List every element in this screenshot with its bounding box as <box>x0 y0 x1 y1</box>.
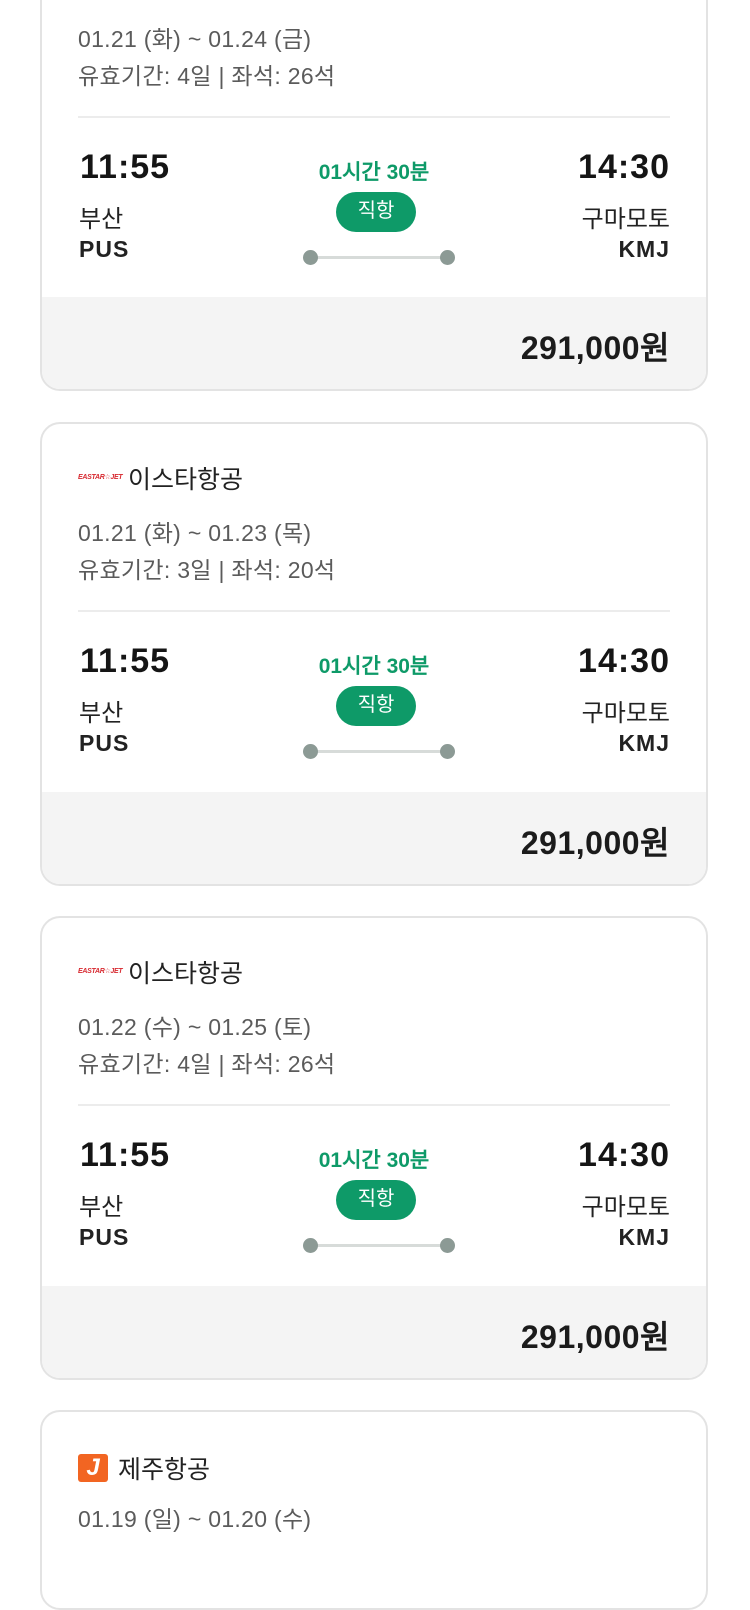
arrival-time: 14:30 <box>578 1136 670 1174</box>
price: 291,000원 <box>520 330 670 366</box>
price-bar: 291,000원 <box>42 1286 706 1378</box>
airline-row: EASTAR☆JET 이스타항공 <box>78 954 243 990</box>
arrival-code: KMJ <box>618 1224 670 1250</box>
eastar-jet-logo: EASTAR☆JET <box>78 474 123 481</box>
airline-name: 이스타항공 <box>128 466 244 494</box>
origin-dot <box>303 250 318 265</box>
divider <box>78 116 670 118</box>
eastar-jet-logo: EASTAR☆JET <box>78 968 123 975</box>
price-bar: 291,000원 <box>42 297 706 389</box>
airline-name: 제주항공 <box>118 1456 211 1484</box>
flight-duration: 01시간 30분 <box>318 655 430 678</box>
departure-time: 11:55 <box>80 642 171 680</box>
destination-dot <box>440 250 455 265</box>
arrival-time: 14:30 <box>578 148 670 186</box>
departure-time: 11:55 <box>80 1136 171 1174</box>
price-bar: 291,000원 <box>42 792 706 884</box>
travel-dates: 01.19 (일) ~ 01.20 (수) <box>78 1506 312 1532</box>
arrival-time: 14:30 <box>578 642 670 680</box>
travel-dates: 01.21 (화) ~ 01.23 (목) <box>78 520 312 546</box>
flight-duration: 01시간 30분 <box>318 161 430 184</box>
route-line <box>303 744 455 759</box>
flight-card[interactable]: J 제주항공 01.19 (일) ~ 01.20 (수) <box>40 1410 708 1610</box>
arrival-city: 구마모토 <box>581 700 670 727</box>
airline-name: 이스타항공 <box>128 960 244 988</box>
divider <box>78 610 670 612</box>
flight-card[interactable]: 01.21 (화) ~ 01.24 (금) 유효기간: 4일 | 좌석: 26석… <box>40 0 708 391</box>
arrival-code: KMJ <box>618 236 670 262</box>
direct-flight-badge: 직항 <box>336 192 416 232</box>
price: 291,000원 <box>520 1319 670 1355</box>
direct-flight-badge: 직항 <box>336 1180 416 1220</box>
validity-seats: 유효기간: 4일 | 좌석: 26석 <box>78 63 336 89</box>
arrival-code: KMJ <box>618 730 670 756</box>
jeju-air-logo: J <box>78 1454 108 1482</box>
departure-code: PUS <box>79 730 130 756</box>
validity-seats: 유효기간: 3일 | 좌석: 20석 <box>78 557 336 583</box>
validity-seats: 유효기간: 4일 | 좌석: 26석 <box>78 1051 336 1077</box>
origin-dot <box>303 1238 318 1253</box>
travel-dates: 01.22 (수) ~ 01.25 (토) <box>78 1014 312 1040</box>
route-line <box>303 250 455 265</box>
price: 291,000원 <box>520 825 670 861</box>
route-line <box>303 1238 455 1253</box>
airline-row: EASTAR☆JET 이스타항공 <box>78 460 243 496</box>
departure-city: 부산 <box>79 1194 124 1221</box>
destination-dot <box>440 744 455 759</box>
flight-card[interactable]: EASTAR☆JET 이스타항공 01.22 (수) ~ 01.25 (토) 유… <box>40 916 708 1380</box>
arrival-city: 구마모토 <box>581 206 670 233</box>
departure-city: 부산 <box>79 700 124 727</box>
direct-flight-badge: 직항 <box>336 686 416 726</box>
divider <box>78 1104 670 1106</box>
departure-code: PUS <box>79 1224 130 1250</box>
travel-dates: 01.21 (화) ~ 01.24 (금) <box>78 26 312 52</box>
flight-duration: 01시간 30분 <box>318 1149 430 1172</box>
departure-city: 부산 <box>79 206 124 233</box>
destination-dot <box>440 1238 455 1253</box>
flight-card[interactable]: EASTAR☆JET 이스타항공 01.21 (화) ~ 01.23 (목) 유… <box>40 422 708 886</box>
origin-dot <box>303 744 318 759</box>
departure-code: PUS <box>79 236 130 262</box>
departure-time: 11:55 <box>80 148 171 186</box>
arrival-city: 구마모토 <box>581 1194 670 1221</box>
airline-row: J 제주항공 <box>78 1450 210 1486</box>
